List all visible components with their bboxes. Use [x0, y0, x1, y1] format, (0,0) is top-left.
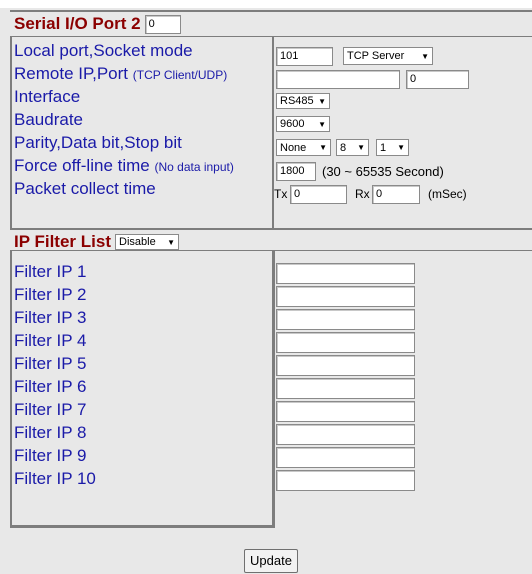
- remote-port-input[interactable]: 0: [406, 70, 469, 89]
- remote-label-text: Remote IP,Port: [14, 64, 129, 83]
- filter-ip-input[interactable]: [276, 286, 415, 307]
- socket-mode-value: TCP Server: [347, 50, 405, 62]
- stop-bits-select[interactable]: 1 ▼: [376, 139, 409, 156]
- filter-ip-label: Filter IP 8: [14, 423, 87, 442]
- update-button[interactable]: Update: [244, 549, 298, 573]
- filter-ip-label: Filter IP 6: [14, 377, 87, 396]
- filter-column-divider: [272, 251, 275, 527]
- filter-ip-label: Filter IP 2: [14, 285, 87, 304]
- chevron-down-icon: ▼: [357, 143, 365, 152]
- chevron-down-icon: ▼: [421, 51, 429, 61]
- chevron-down-icon: ▼: [319, 143, 327, 152]
- filter-ip-input[interactable]: [276, 309, 415, 330]
- serial-port-title: Serial I/O Port 2: [14, 14, 141, 33]
- data-bits-value: 8: [340, 141, 347, 154]
- filter-ip-label: Filter IP 1: [14, 262, 87, 281]
- filter-ip-input[interactable]: [276, 355, 415, 376]
- data-bits-select[interactable]: 8 ▼: [336, 139, 369, 156]
- remote-ip-port-label: Remote IP,Port (TCP Client/UDP): [14, 65, 227, 84]
- interface-select[interactable]: RS485 ▼: [276, 93, 330, 109]
- chevron-down-icon: ▼: [318, 96, 326, 106]
- remote-label-hint: (TCP Client/UDP): [132, 68, 228, 82]
- packet-unit-label: (mSec): [428, 187, 467, 201]
- baudrate-label: Baudrate: [14, 110, 83, 129]
- chevron-down-icon: ▼: [167, 237, 175, 247]
- baudrate-select[interactable]: 9600 ▼: [276, 116, 330, 132]
- filter-ip-label: Filter IP 3: [14, 308, 87, 327]
- offline-label-text: Force off-line time: [14, 156, 150, 175]
- interface-value: RS485: [280, 95, 314, 107]
- filter-ip-input[interactable]: [276, 447, 415, 468]
- filter-ip-input[interactable]: [276, 332, 415, 353]
- header-rule: [10, 36, 532, 37]
- serial-port-index-input[interactable]: 0: [144, 14, 181, 34]
- filter-ip-input[interactable]: [276, 378, 415, 399]
- offline-time-input[interactable]: 1800: [276, 162, 316, 181]
- parity-value: None: [280, 141, 307, 154]
- chevron-down-icon: ▼: [397, 143, 405, 152]
- rx-label: Rx: [355, 187, 370, 201]
- filter-left-border: [10, 251, 12, 527]
- serial-port-header: Serial I/O Port 2 0: [14, 14, 181, 34]
- settings-bottom-rule: [10, 228, 532, 230]
- rx-input[interactable]: 0: [372, 185, 420, 204]
- offline-range-note: (30 ~ 65535 Second): [322, 164, 444, 179]
- tx-input[interactable]: 0: [290, 185, 347, 204]
- filter-ip-input[interactable]: [276, 470, 415, 491]
- settings-left-border: [10, 37, 12, 229]
- tx-label: Tx: [274, 187, 288, 201]
- local-port-input[interactable]: 101: [276, 47, 333, 66]
- chevron-down-icon: ▼: [318, 119, 326, 129]
- local-port-label: Local port,Socket mode: [14, 41, 193, 60]
- ip-filter-mode-select[interactable]: Disable ▼: [115, 234, 179, 250]
- top-rule: [10, 10, 532, 12]
- baudrate-value: 9600: [280, 118, 305, 130]
- filter-ip-input[interactable]: [276, 263, 415, 284]
- ip-filter-title: IP Filter List: [14, 232, 111, 251]
- filter-ip-label: Filter IP 9: [14, 446, 87, 465]
- ip-filter-mode-value: Disable: [119, 236, 156, 248]
- filter-bottom-rule: [10, 525, 275, 528]
- filter-ip-input[interactable]: [276, 401, 415, 422]
- offline-label-hint: (No data input): [154, 160, 234, 174]
- filter-ip-label: Filter IP 5: [14, 354, 87, 373]
- interface-label: Interface: [14, 87, 81, 106]
- parity-label: Parity,Data bit,Stop bit: [14, 133, 182, 152]
- offline-time-label: Force off-line time (No data input): [14, 157, 234, 176]
- parity-select[interactable]: None ▼: [276, 139, 331, 156]
- stop-bits-value: 1: [380, 141, 387, 154]
- socket-mode-select[interactable]: TCP Server ▼: [343, 47, 433, 65]
- filter-ip-label: Filter IP 7: [14, 400, 87, 419]
- remote-ip-input[interactable]: [276, 70, 400, 89]
- filter-ip-label: Filter IP 4: [14, 331, 87, 350]
- filter-ip-input[interactable]: [276, 424, 415, 445]
- filter-ip-label: Filter IP 10: [14, 469, 96, 488]
- ip-filter-header: IP Filter List Disable ▼: [14, 232, 179, 252]
- packet-collect-label: Packet collect time: [14, 179, 156, 198]
- top-strip: [0, 0, 532, 8]
